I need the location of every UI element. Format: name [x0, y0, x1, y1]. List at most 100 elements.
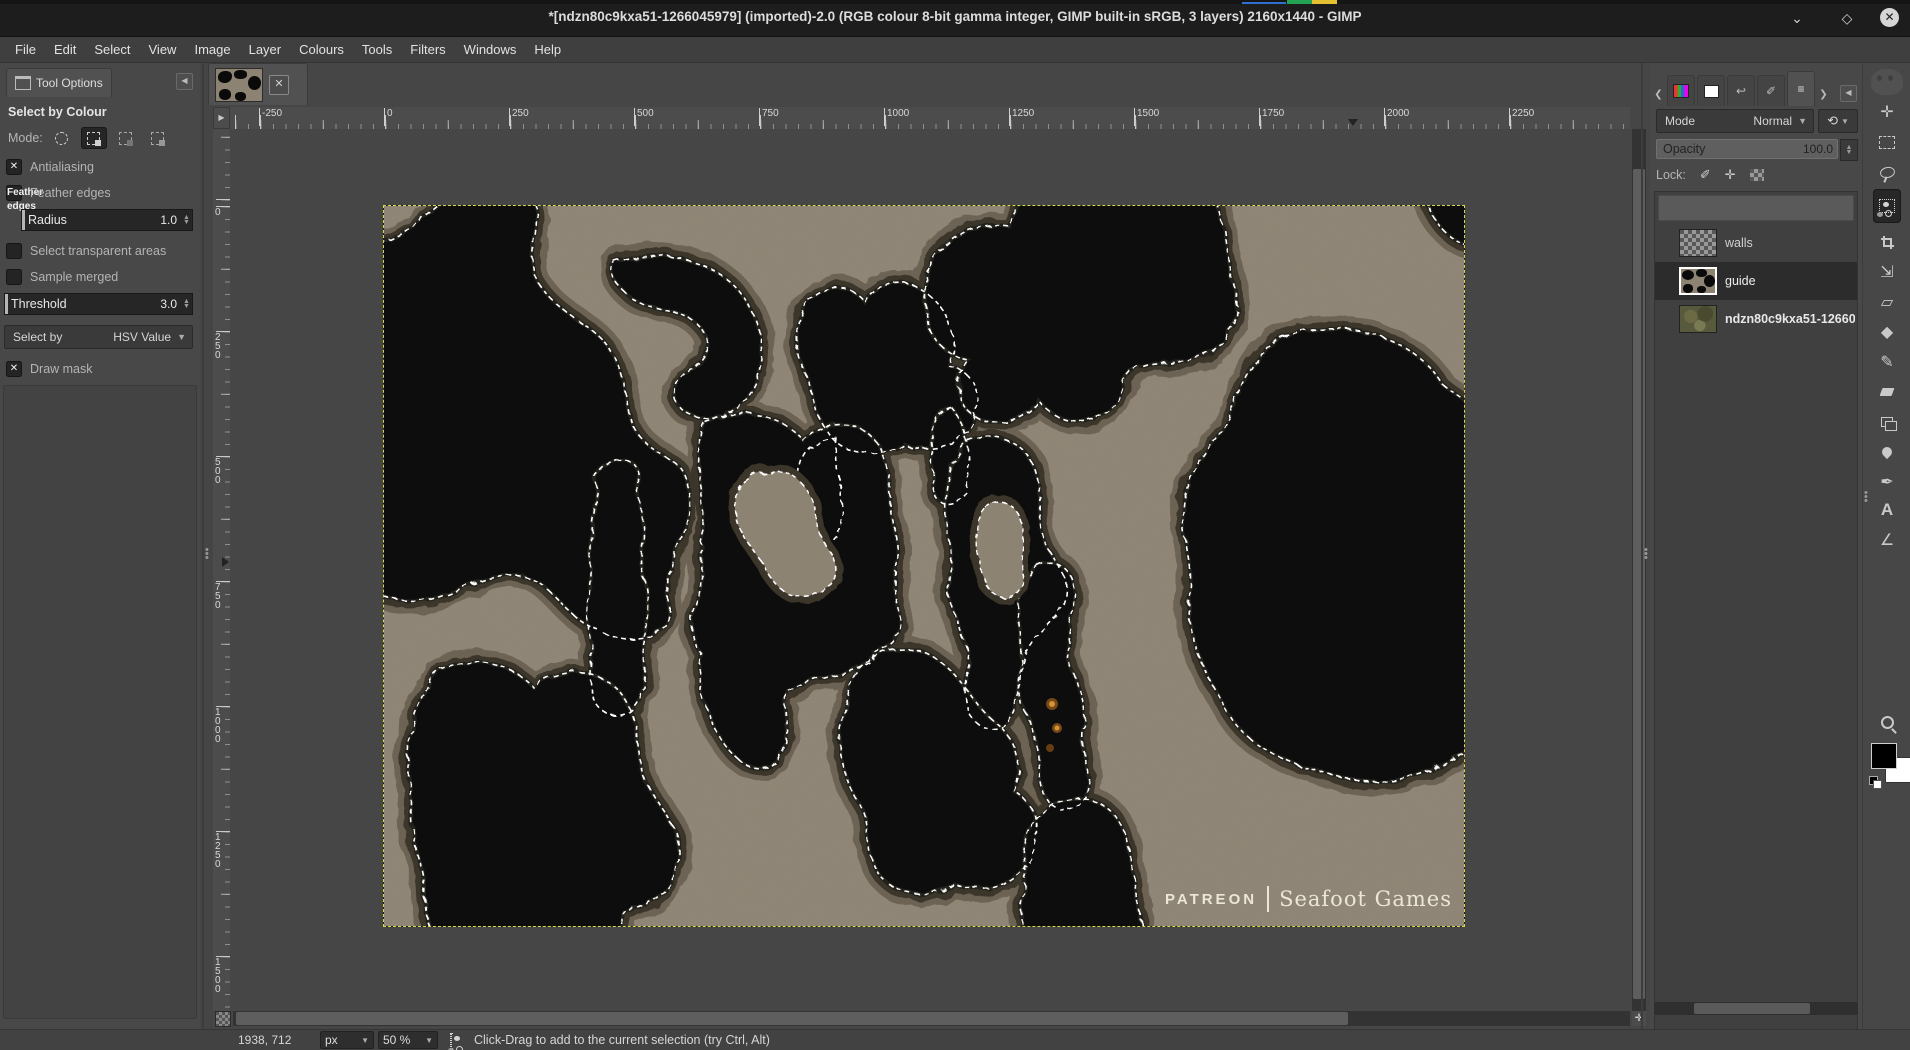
sample-merged-checkbox[interactable]: ✕: [6, 269, 22, 285]
threshold-value[interactable]: 3.0: [160, 297, 181, 311]
quick-mask-toggle[interactable]: [215, 1011, 231, 1027]
radius-slider[interactable]: Radius 1.0 ▲▼: [21, 209, 193, 231]
tab-colors[interactable]: [1667, 75, 1695, 106]
tool-ink[interactable]: ✒: [1873, 469, 1901, 495]
mode-add-button[interactable]: [81, 127, 107, 149]
layer-mode-dropdown[interactable]: Mode Normal ▼: [1656, 109, 1814, 133]
tab-layers[interactable]: ≡: [1787, 71, 1815, 106]
menu-image[interactable]: Image: [185, 39, 239, 60]
ruler-top[interactable]: -250 0 250 500 750 1000 1250 1500 1750 2…: [230, 107, 1630, 130]
toolbox-grip-icon[interactable]: •••: [1864, 491, 1870, 503]
tool-select-by-colour[interactable]: [1873, 189, 1901, 223]
tab-tool-options[interactable]: Tool Options: [6, 68, 112, 97]
layer-row-walls[interactable]: walls: [1655, 224, 1857, 262]
tool-bucket-fill[interactable]: ◆: [1873, 319, 1901, 345]
menu-select[interactable]: Select: [85, 39, 139, 60]
draw-mask-checkbox[interactable]: ✕: [6, 361, 22, 377]
select-by-dropdown[interactable]: Select by HSV Value ▼: [4, 325, 193, 349]
tabs-scroll-left-icon[interactable]: ❮: [1652, 84, 1665, 106]
mode-add-icon: [87, 132, 100, 145]
ruler-corner-button[interactable]: ▶: [213, 107, 230, 129]
tool-zoom[interactable]: [1873, 709, 1901, 735]
sample-merged-row[interactable]: ✕ Sample merged: [6, 269, 118, 285]
lock-pixels-icon[interactable]: ✐: [1700, 167, 1711, 183]
maximize-button[interactable]: ◇: [1836, 8, 1858, 28]
vertical-scrollbar[interactable]: [1632, 129, 1646, 1011]
blend-space-button[interactable]: ⟲ ▼: [1818, 109, 1858, 133]
tab-brushes[interactable]: [1697, 75, 1725, 106]
menu-edit[interactable]: Edit: [45, 39, 85, 60]
select-transparent-row[interactable]: ✕ Select transparent areas: [6, 243, 166, 259]
select-transparent-checkbox[interactable]: ✕: [6, 243, 22, 259]
tool-crop[interactable]: [1873, 229, 1901, 255]
foreground-color-swatch[interactable]: [1871, 743, 1897, 769]
menu-filters[interactable]: Filters: [401, 39, 454, 60]
image-tab[interactable]: ✕: [208, 63, 308, 105]
right-dock-divider[interactable]: [1641, 63, 1643, 1050]
right-dock-tab-menu-button[interactable]: ◀: [1840, 85, 1857, 102]
antialiasing-checkbox[interactable]: ✕: [6, 159, 22, 175]
fg-bg-colors[interactable]: [1869, 741, 1909, 785]
layer-row-base[interactable]: ndzn80c9kxa51-12660: [1655, 300, 1857, 338]
layers-dock: ❮ ↩ ✐ ≡ ❯ ◀ Mode Normal ▼ ⟲ ▼ Opacity 10…: [1650, 63, 1862, 1050]
canvas-viewport[interactable]: PATREON Seafoot Games: [230, 129, 1630, 1011]
menu-file[interactable]: File: [6, 39, 45, 60]
tool-eraser[interactable]: [1873, 379, 1901, 405]
vertical-scrollbar-thumb[interactable]: [1633, 169, 1645, 999]
menu-tools[interactable]: Tools: [353, 39, 401, 60]
unit-dropdown[interactable]: px ▼: [320, 1031, 374, 1049]
opacity-slider[interactable]: Opacity 100.0: [1656, 139, 1838, 159]
tool-clone[interactable]: [1873, 409, 1901, 435]
close-button[interactable]: ✕: [1880, 8, 1899, 27]
tab-paint-dynamics[interactable]: ✐: [1757, 75, 1785, 106]
layer-list-hscrollbar[interactable]: [1654, 1002, 1858, 1015]
draw-mask-row[interactable]: ✕ Draw mask: [6, 361, 93, 377]
default-colors-icon[interactable]: [1873, 780, 1882, 789]
menu-layer[interactable]: Layer: [240, 39, 291, 60]
ruler-left-label: 500: [215, 458, 223, 485]
ruler-left[interactable]: 0 250 500 750 1000 1250 1500: [213, 129, 231, 1011]
magnifier-icon: [1881, 716, 1894, 729]
tool-move[interactable]: ✛: [1873, 99, 1901, 125]
tab-undo-history[interactable]: ↩: [1727, 75, 1755, 106]
menu-windows[interactable]: Windows: [455, 39, 526, 60]
tool-text[interactable]: A: [1873, 497, 1901, 523]
layer-list-hscrollbar-thumb[interactable]: [1694, 1003, 1810, 1014]
threshold-slider[interactable]: Threshold 3.0 ▲▼: [4, 293, 193, 315]
navigation-button[interactable]: ✛: [1632, 1011, 1646, 1026]
threshold-spinner[interactable]: ▲▼: [181, 299, 192, 309]
lock-alpha-icon[interactable]: [1750, 169, 1764, 181]
minimize-button[interactable]: ⌄: [1786, 8, 1808, 28]
lock-position-icon[interactable]: ✛: [1725, 167, 1736, 183]
background-tab-accent-green: [1287, 0, 1312, 4]
feather-checkbox[interactable]: Feather edges: [6, 185, 22, 201]
tool-transform[interactable]: ⇲: [1873, 259, 1901, 285]
radius-value[interactable]: 1.0: [160, 213, 181, 227]
horizontal-scrollbar[interactable]: [233, 1011, 1630, 1026]
menu-view[interactable]: View: [140, 39, 186, 60]
menu-help[interactable]: Help: [525, 39, 570, 60]
left-dock-divider[interactable]: [202, 63, 204, 1050]
zoom-dropdown[interactable]: 50 % ▼: [378, 1031, 438, 1049]
opacity-spinner[interactable]: ▲▼: [1840, 139, 1858, 161]
horizontal-scrollbar-thumb[interactable]: [236, 1012, 1348, 1025]
left-divider-grip-icon[interactable]: •••: [205, 548, 211, 560]
tabs-scroll-right-icon[interactable]: ❯: [1817, 84, 1830, 106]
mode-replace-button[interactable]: [49, 127, 75, 149]
close-image-icon[interactable]: ✕: [269, 75, 289, 95]
tool-free-select[interactable]: [1873, 159, 1901, 185]
tool-blur[interactable]: [1873, 439, 1901, 465]
tool-paintbrush[interactable]: ✎: [1873, 349, 1901, 375]
mode-intersect-button[interactable]: [145, 127, 171, 149]
mode-subtract-button[interactable]: [113, 127, 139, 149]
left-dock-tab-menu-button[interactable]: ◀: [176, 73, 193, 90]
feather-row[interactable]: Feather edges Feather edges: [6, 185, 111, 201]
tool-cage-transform[interactable]: ▱: [1873, 289, 1901, 315]
radius-spinner[interactable]: ▲▼: [181, 215, 192, 225]
layer-row-guide[interactable]: guide: [1655, 262, 1857, 300]
tool-measure[interactable]: ∠: [1873, 527, 1901, 553]
tool-rectangle-select[interactable]: [1873, 129, 1901, 155]
antialiasing-row[interactable]: ✕ Antialiasing: [6, 159, 94, 175]
menu-colours[interactable]: Colours: [290, 39, 353, 60]
canvas-image[interactable]: PATREON Seafoot Games: [384, 206, 1464, 926]
